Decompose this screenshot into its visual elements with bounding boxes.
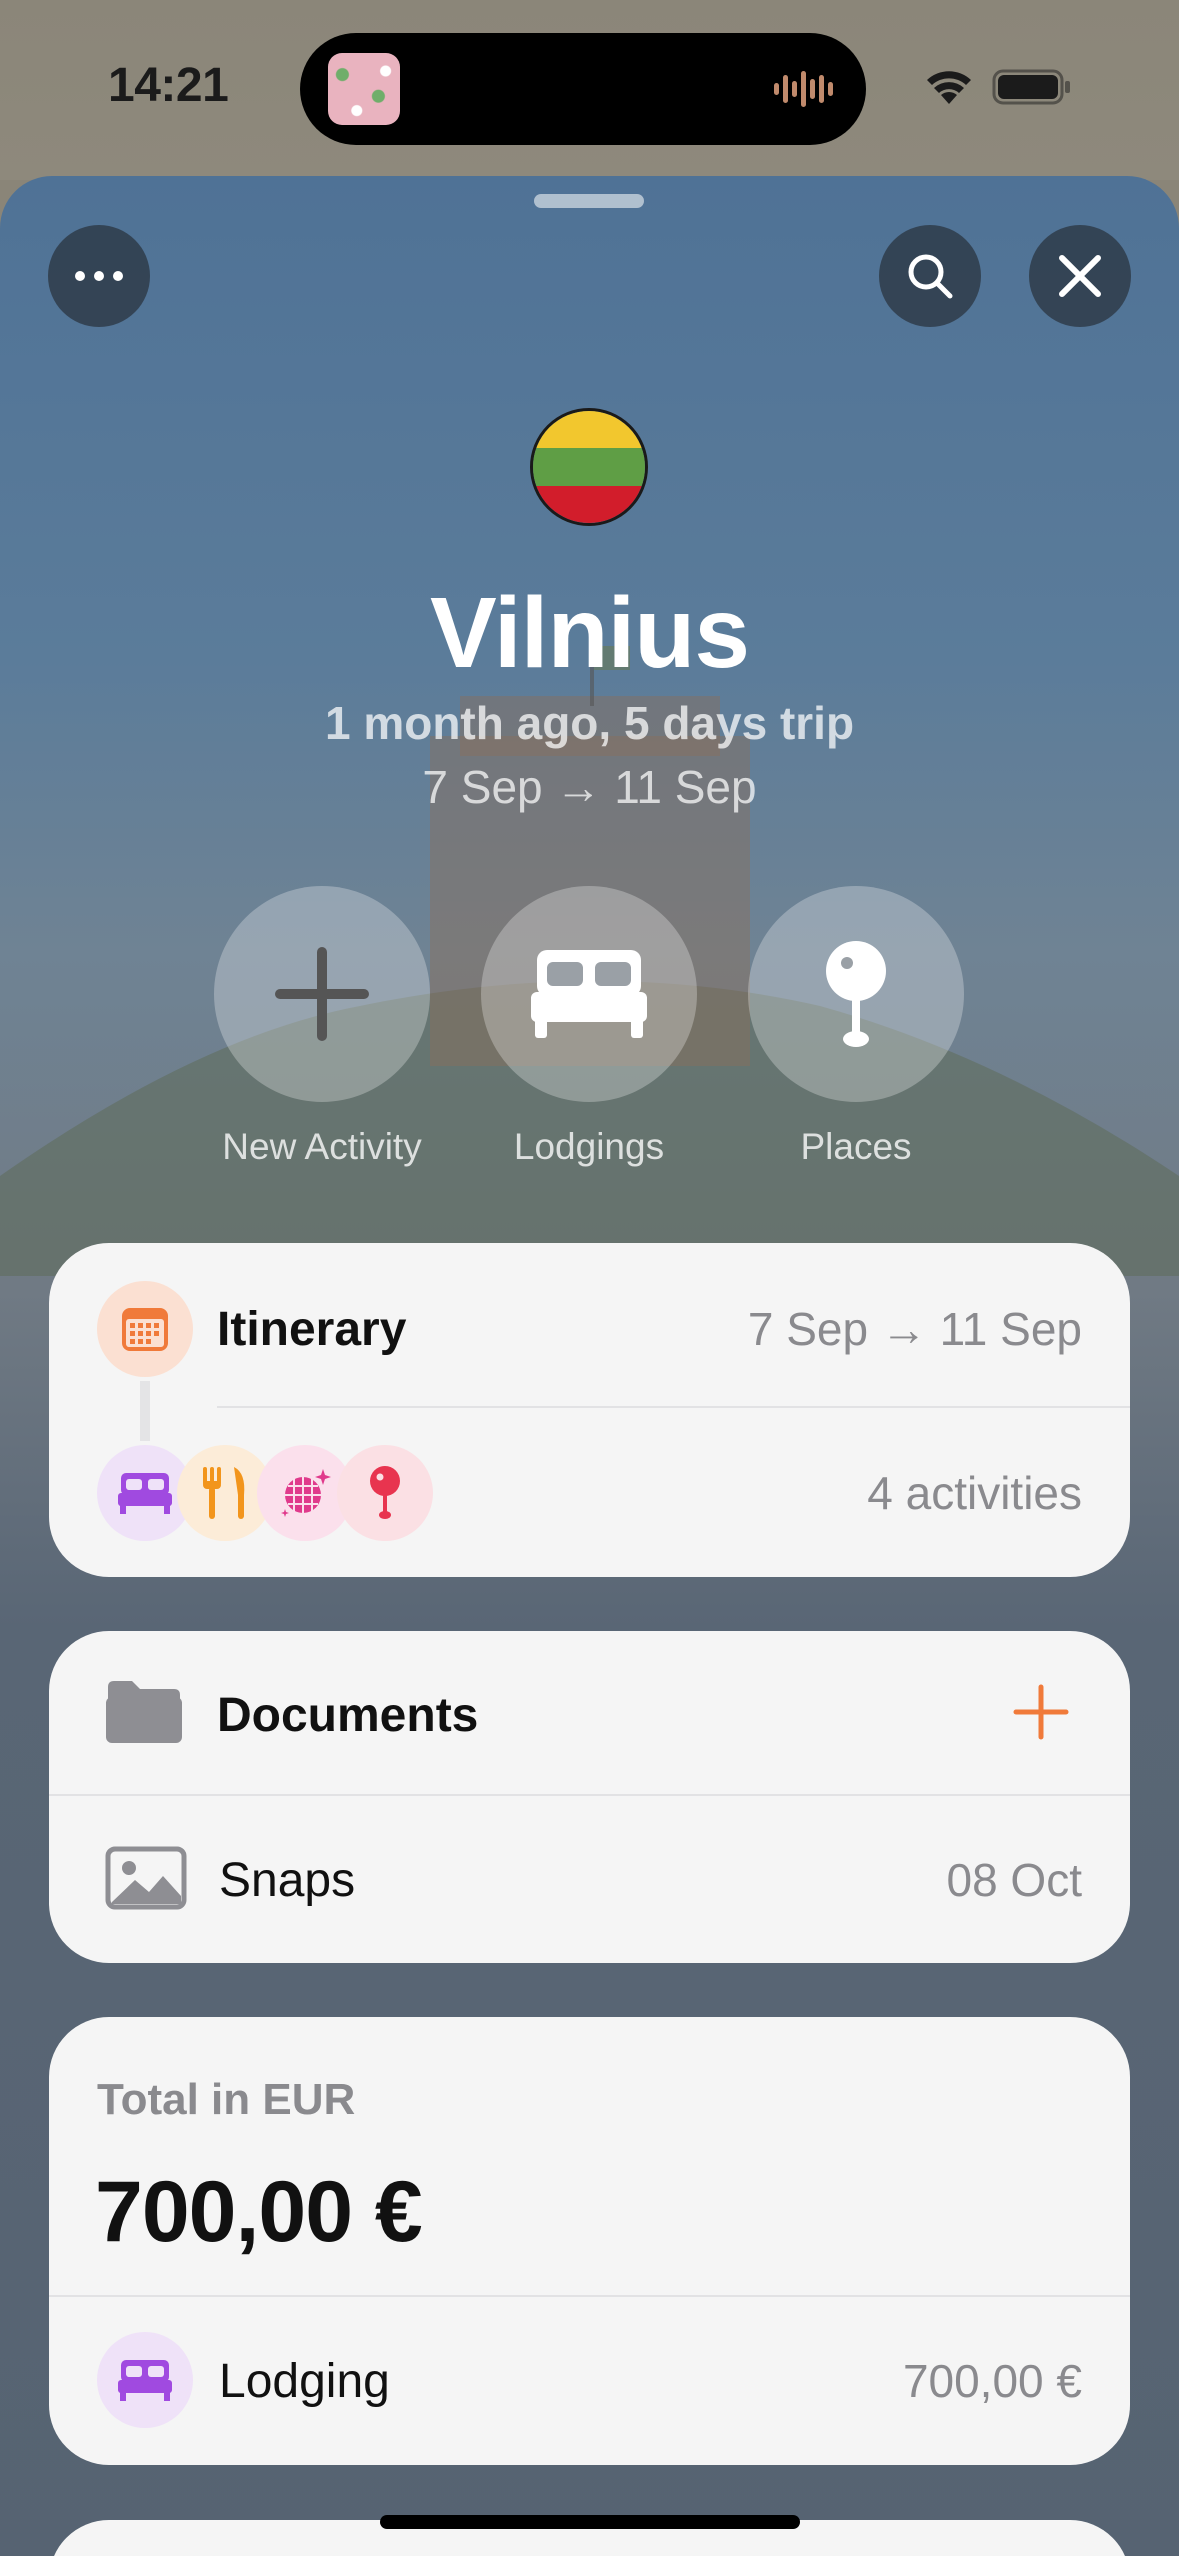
documents-row[interactable]: Documents [49,1631,1130,1794]
search-button[interactable] [879,225,981,327]
itinerary-activities-count: 4 activities [867,1467,1082,1519]
itinerary-divider [217,1406,1130,1408]
search-icon [908,254,953,299]
lithuania-flag-icon [530,408,648,526]
more-icon [75,271,123,281]
photo-icon [105,1846,187,1910]
new-activity-label: New Activity [222,1126,422,1167]
now-playing-artwork [328,53,400,125]
total-value: 700,00 € [95,2164,423,2260]
lodgings-label: Lodgings [513,1126,665,1167]
status-bar: 14:21 [0,0,1179,180]
audio-waveform-icon [774,71,833,107]
calendar-icon [122,1308,168,1351]
close-icon [1059,255,1101,297]
trip-title: Vilnius [429,577,750,689]
status-time: 14:21 [108,59,229,112]
plus-icon [275,947,369,1041]
itinerary-icon-bg [97,1281,193,1377]
pin-icon [370,1466,400,1519]
trip-subtitle: 1 month ago, 5 days trip [324,697,855,749]
disco-ball-icon [281,1469,331,1517]
lodging-expense-value: 700,00 € [902,2355,1082,2407]
documents-card: Documents Snaps 08 Oct [49,1631,1130,1963]
itinerary-card[interactable]: Itinerary 7 Sep → 11 Sep 4 activities [49,1243,1130,1577]
trip-dates: 7 Sep → 11 Sep [422,761,757,813]
activity-place-badge [337,1445,433,1541]
places-circle [748,886,964,1102]
new-activity-button[interactable]: New Activity [192,886,452,1168]
battery-icon [992,69,1070,105]
total-label: Total in EUR [97,2075,356,2124]
snaps-date: 08 Oct [946,1854,1082,1906]
pin-icon [826,941,886,1047]
wifi-icon [927,71,971,104]
timeline-connector [140,1381,150,1441]
expenses-divider [49,2295,1130,2297]
itinerary-dates: 7 Sep → 11 Sep [747,1303,1082,1355]
dynamic-island[interactable] [300,33,866,145]
bed-icon [118,2360,172,2401]
new-activity-circle [214,886,430,1102]
itinerary-title: Itinerary [217,1303,407,1356]
places-button[interactable]: Places [726,886,986,1168]
fork-knife-icon [203,1467,245,1519]
lodging-expense-label: Lodging [219,2355,390,2408]
lodging-expense-badge [97,2332,193,2428]
snaps-label: Snaps [219,1854,356,1907]
snaps-row[interactable]: Snaps 08 Oct [49,1796,1130,1963]
bed-icon [118,1473,172,1514]
documents-title: Documents [217,1689,479,1742]
close-button[interactable] [1029,225,1131,327]
add-document-icon[interactable] [1012,1683,1070,1741]
home-indicator[interactable] [380,2515,800,2529]
sheet-grabber[interactable] [534,194,644,208]
lodgings-button[interactable]: Lodgings [459,886,719,1168]
places-label: Places [800,1126,912,1167]
folder-icon [106,1681,182,1743]
bed-icon [531,950,647,1038]
more-button[interactable] [48,225,150,327]
expenses-card[interactable]: Total in EUR 700,00 € Lodging 700,00 € [49,2017,1130,2465]
lodgings-circle [481,886,697,1102]
